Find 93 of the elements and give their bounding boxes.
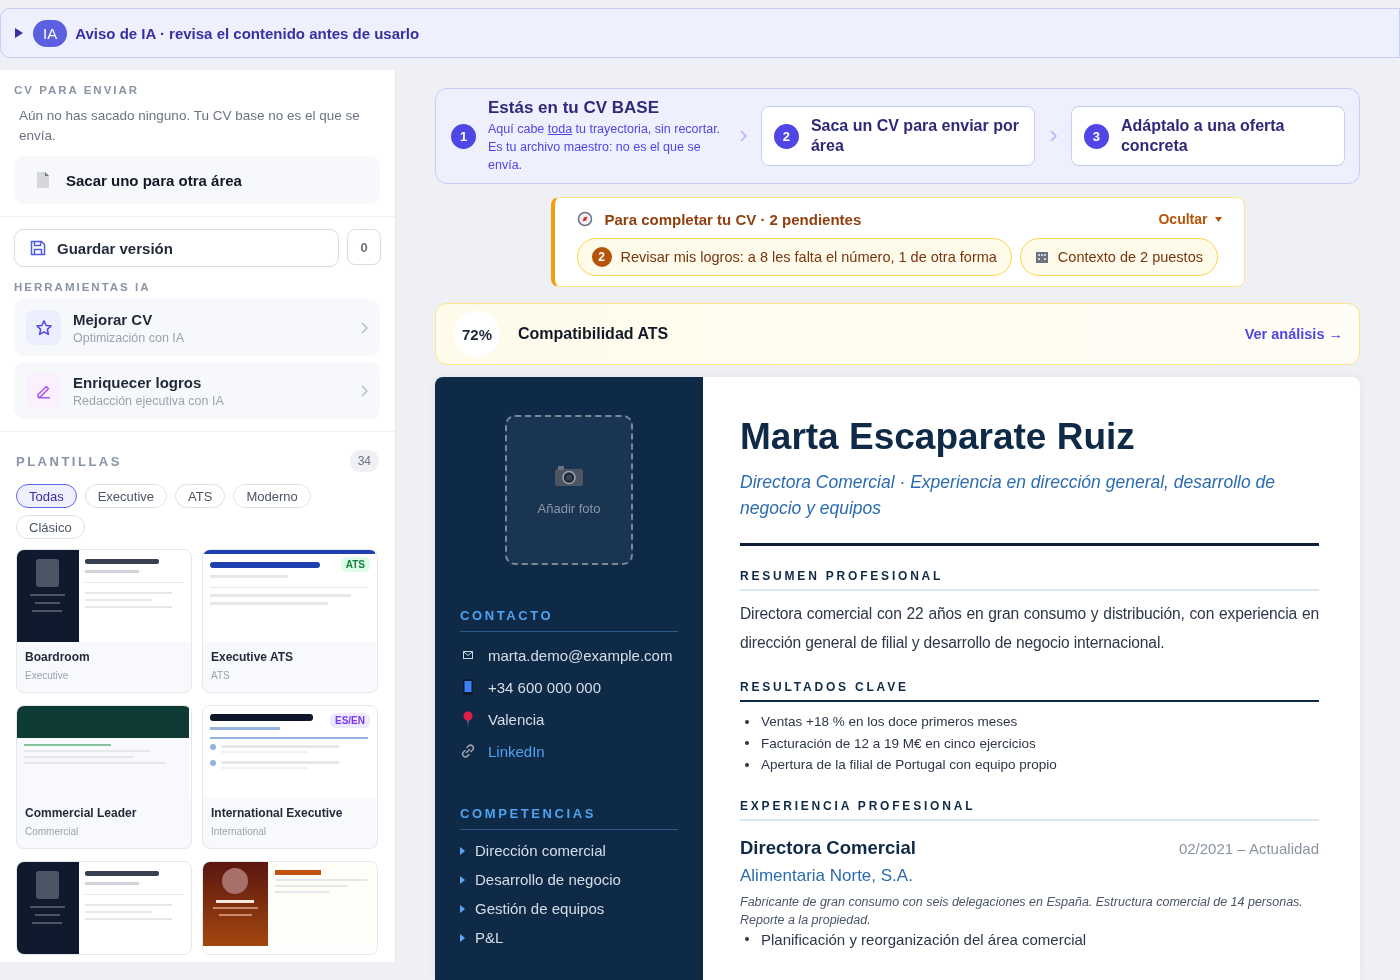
skill-item: Desarrollo de negocio [475, 871, 621, 888]
template-tag: ES/EN [330, 713, 370, 728]
step-title: Adáptalo a una oferta concreta [1120, 116, 1286, 156]
step-card[interactable]: 2 Saca un CV para enviar por área [760, 106, 1035, 166]
save-icon [29, 239, 47, 257]
skill-item: Dirección comercial [475, 842, 606, 859]
view-analysis-link[interactable]: Ver análisis → [1244, 326, 1343, 342]
info-text: Aún no has sacado ninguno. Tu CV base no es el que se envía. [19, 107, 361, 145]
template-category: Executive [25, 670, 70, 681]
ai-notice-text: Aviso de IA · revisa el contenido antes de usarlo [75, 24, 420, 42]
create-cv-button[interactable]: Sacar uno para otra área [14, 156, 380, 204]
hide-toggle[interactable]: Ocultar [1152, 210, 1228, 228]
step-description: Aquí cabe toda tu trayectoria, sin recortar. Es tu archivo maestro: no es el que se envía. [488, 121, 722, 174]
template-card[interactable]: Commercial Leader Commercial [16, 705, 192, 849]
chevron-right-icon [738, 130, 747, 142]
template-name: International Executive [211, 806, 344, 820]
contact-detail[interactable]: LinkedIn [488, 742, 545, 760]
building-icon [1034, 250, 1049, 264]
caret-down-icon [1214, 216, 1222, 222]
template-category: Commercial [25, 826, 80, 837]
filter-chip[interactable]: Todas [16, 484, 77, 508]
ai-tool-item[interactable]: Enriquecer logros Redacción ejecutiva con IA [14, 362, 380, 419]
section-title: PLANTILLAS [16, 453, 122, 469]
template-tag: ATS [340, 557, 370, 572]
add-photo-button[interactable]: Añadir foto [505, 415, 633, 565]
filter-chip[interactable]: Moderno [233, 484, 311, 508]
step-number: 2 [773, 123, 799, 149]
link-icon [460, 743, 476, 759]
chevron-right-icon [360, 321, 368, 334]
bullet-icon [460, 904, 465, 913]
template-card[interactable]: Boardroom Executive [16, 549, 192, 693]
step-card[interactable]: 3 Adáptalo a una oferta concreta [1070, 106, 1345, 166]
template-card[interactable]: ATS Executive ATS ATS [202, 549, 378, 693]
ats-label: Compatibilidad ATS [518, 325, 670, 343]
envelope-icon [463, 651, 473, 659]
cv-headline: Directora Comercial · Experiencia en dirección general, desarrollo de negocio y equipos [740, 471, 1276, 520]
filter-chip[interactable]: ATS [175, 484, 226, 508]
step-number: 3 [1083, 123, 1109, 149]
template-count: 34 [349, 450, 379, 472]
job-bullet: Planificación y reorganización del área comercial [761, 930, 1087, 948]
pending-task-chip[interactable]: 2 Revisar mis logros: a 8 les falta el número, 1 de otra forma [576, 238, 1012, 276]
template-category: ATS [211, 670, 231, 681]
sidebar-heading: COMPETENCIAS [460, 806, 678, 830]
step-title: Saca un CV para enviar por área [810, 116, 1020, 156]
skill-item: Gestión de equipos [475, 900, 605, 917]
job-title: Directora Comercial [740, 836, 916, 859]
contact-detail: marta.demo@example.com [488, 646, 673, 664]
step-card[interactable]: 1 Estás en tu CV BASE Aquí cabe toda tu trayectoria, sin recortar. Es tu archivo maestro: no es el que se envía. [450, 97, 725, 175]
camera-icon [554, 464, 584, 487]
skill-item: P&L [475, 929, 504, 946]
contact-detail: Valencia [488, 710, 545, 728]
filter-chip[interactable]: Executive [84, 484, 168, 508]
ats-score: 72% [454, 311, 500, 357]
cv-name: Marta Escaparate Ruiz [740, 415, 1136, 459]
result-item: Apertura de la filial de Portugal con equipo propio [761, 757, 1057, 773]
bullet-icon [460, 846, 465, 855]
text-link[interactable]: toda [547, 122, 573, 136]
job-dates: 02/2021 – Actualidad [1178, 839, 1319, 857]
result-item: Ventas +18 % en los doce primeros meses [761, 714, 1018, 730]
result-item: Facturación de 12 a 19 M€ en cinco ejercicios [761, 735, 1036, 751]
summary-text: Directora comercial con 22 años en gran consumo y distribución, con experiencia en dirección general de filial y desarrollo de negocio internacional. [740, 604, 1319, 653]
bullet-icon [460, 933, 465, 942]
pending-task-chip[interactable]: Contexto de 2 puestos [1019, 238, 1218, 276]
phone-icon [463, 679, 473, 695]
chevron-right-icon [1048, 130, 1057, 142]
section-heading: EXPERIENCIA PROFESIONAL [740, 798, 1319, 821]
section-title: HERRAMIENTAS IA [14, 281, 152, 293]
section-title: CV PARA ENVIAR [14, 84, 141, 96]
bullet-icon [460, 875, 465, 884]
filter-chip[interactable]: Clásico [16, 515, 85, 539]
template-card[interactable]: ES/EN International Executive International [202, 705, 378, 849]
template-name: Executive ATS [211, 650, 295, 664]
step-title: Estás en tu CV BASE [488, 98, 660, 118]
checklist-title: Para completar tu CV · 2 pendientes [604, 210, 863, 228]
template-name: Commercial Leader [25, 806, 138, 820]
template-name: Boardroom [25, 650, 91, 664]
step-number: 1 [451, 123, 476, 149]
expand-caret-icon[interactable] [15, 28, 23, 38]
version-count: 0 [347, 229, 381, 265]
compass-icon [576, 211, 593, 227]
ai-tool-item[interactable]: Mejorar CV Optimización con IA [14, 299, 380, 356]
company-name: Alimentaria Norte, S.A. [740, 865, 914, 886]
star-icon [34, 318, 53, 337]
save-version-button[interactable]: Guardar versión [14, 229, 339, 267]
section-heading: RESUMEN PROFESIONAL [740, 569, 1319, 591]
chevron-right-icon [360, 384, 368, 397]
company-context: Fabricante de gran consumo con seis delegaciones en España. Estructura comercial de 14 personas. Reporte a la propiedad. [740, 893, 1304, 929]
ai-badge: IA [33, 19, 68, 47]
section-heading: RESULTADOS CLAVE [740, 680, 1319, 702]
contact-detail: +34 600 000 000 [488, 678, 602, 696]
document-icon [36, 172, 50, 188]
sidebar-heading: CONTACTO [460, 608, 678, 632]
template-category: International [211, 826, 268, 837]
